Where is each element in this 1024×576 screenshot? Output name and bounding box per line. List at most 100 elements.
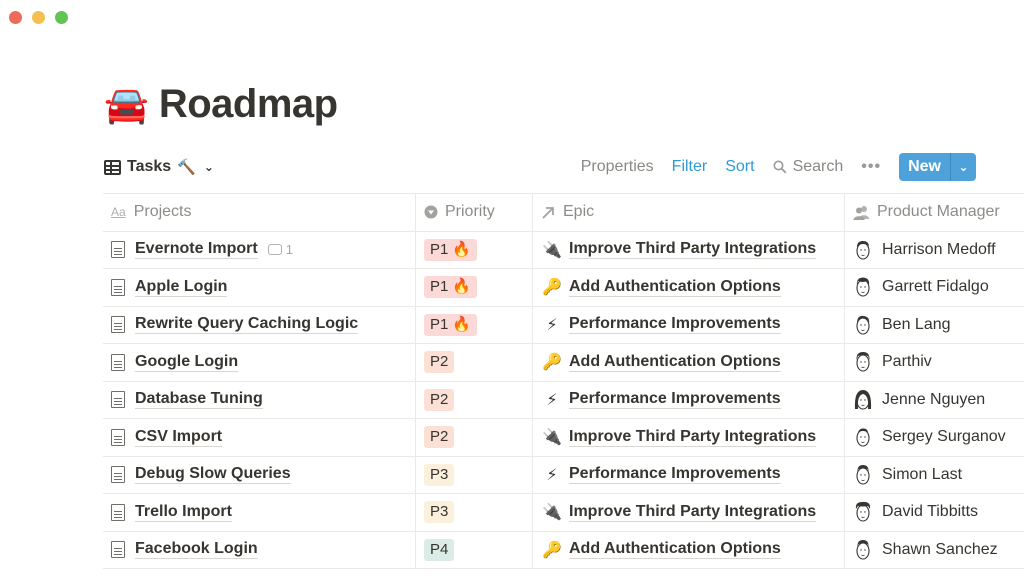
project-cell[interactable]: Debug Slow Queries	[103, 456, 416, 493]
priority-tag[interactable]: P1 🔥	[424, 276, 478, 299]
priority-cell[interactable]: P4	[416, 531, 533, 568]
properties-button[interactable]: Properties	[581, 158, 654, 176]
priority-cell[interactable]: P2	[416, 344, 533, 381]
project-cell[interactable]: Trello Import	[103, 494, 416, 531]
product-manager-cell[interactable]: Sergey Surganov	[845, 419, 1024, 456]
table-row[interactable]: CSV Import P2 🔌 Improve Third Party Inte…	[103, 419, 1024, 457]
product-manager-name[interactable]: Parthiv	[882, 353, 932, 371]
maximize-window-button[interactable]	[55, 11, 68, 24]
priority-cell[interactable]: P2	[416, 419, 533, 456]
product-manager-cell[interactable]: Simon Last	[845, 457, 1024, 494]
project-cell[interactable]: Facebook Login	[103, 531, 416, 568]
column-header-epic[interactable]: Epic	[533, 194, 845, 231]
product-manager-cell[interactable]: Garrett Fidalgo	[845, 269, 1024, 306]
priority-tag[interactable]: P2	[424, 426, 455, 449]
priority-cell[interactable]: P3	[416, 494, 533, 531]
project-cell[interactable]: Apple Login	[103, 269, 416, 306]
project-cell[interactable]: Google Login	[103, 344, 416, 381]
epic-cell[interactable]: 🔌 Improve Third Party Integrations	[533, 494, 845, 531]
priority-cell[interactable]: P3	[416, 456, 533, 493]
new-dropdown-button[interactable]: ⌄	[950, 153, 976, 181]
project-link[interactable]: Evernote Import	[135, 240, 258, 260]
column-header-product-manager[interactable]: Product Manager	[845, 194, 1024, 231]
product-manager-name[interactable]: Shawn Sanchez	[882, 541, 998, 559]
product-manager-name[interactable]: Sergey Surganov	[882, 428, 1006, 446]
epic-link[interactable]: Add Authentication Options	[569, 540, 781, 560]
priority-tag[interactable]: P3	[424, 501, 455, 524]
project-cell[interactable]: Database Tuning	[103, 381, 416, 418]
epic-link[interactable]: Add Authentication Options	[569, 353, 781, 372]
product-manager-cell[interactable]: Shawn Sanchez	[845, 532, 1024, 569]
product-manager-name[interactable]: Simon Last	[882, 466, 962, 484]
page-title[interactable]: Roadmap	[159, 82, 338, 127]
minimize-window-button[interactable]	[32, 11, 45, 24]
view-selector[interactable]: Tasks 🔨 ⌄	[104, 158, 214, 176]
epic-link[interactable]: Performance Improvements	[569, 315, 781, 335]
epic-link[interactable]: Performance Improvements	[569, 390, 781, 410]
epic-cell[interactable]: 🔌 Improve Third Party Integrations	[533, 231, 845, 268]
priority-tag[interactable]: P1 🔥	[424, 313, 478, 336]
project-link[interactable]: Database Tuning	[135, 390, 263, 410]
search-button[interactable]: Search	[773, 158, 843, 176]
column-header-priority[interactable]: Priority	[416, 194, 533, 231]
table-row[interactable]: Database Tuning P2 ⚡ Performance Improve…	[103, 381, 1024, 419]
product-manager-cell[interactable]: Parthiv	[845, 344, 1024, 381]
more-options-button[interactable]: •••	[861, 158, 881, 176]
epic-link[interactable]: Add Authentication Options	[569, 278, 781, 297]
epic-link[interactable]: Performance Improvements	[569, 465, 781, 485]
car-icon[interactable]: 🚘	[104, 86, 149, 123]
new-button[interactable]: New	[899, 153, 950, 181]
project-link[interactable]: Debug Slow Queries	[135, 465, 291, 485]
priority-tag[interactable]: P2	[424, 388, 455, 411]
table-row[interactable]: Apple Login P1 🔥 🔑 Add Authentication Opt…	[103, 269, 1024, 307]
project-link[interactable]: Google Login	[135, 353, 239, 372]
priority-tag[interactable]: P4	[424, 538, 455, 561]
project-cell[interactable]: Rewrite Query Caching Logic	[103, 306, 416, 343]
product-manager-cell[interactable]: David Tibbitts	[845, 494, 1024, 531]
table-row[interactable]: Evernote Import 1 P1 🔥 🔌 Improve Third Pa…	[103, 231, 1024, 269]
priority-cell[interactable]: P1 🔥	[416, 306, 533, 343]
priority-tag[interactable]: P1 🔥	[424, 238, 478, 261]
epic-cell[interactable]: 🔑 Add Authentication Options	[533, 531, 845, 568]
priority-cell[interactable]: P1 🔥	[416, 269, 533, 306]
epic-cell[interactable]: ⚡ Performance Improvements	[533, 306, 845, 343]
column-header-projects[interactable]: Aa Projects	[103, 194, 416, 231]
project-cell[interactable]: CSV Import	[103, 419, 416, 456]
project-cell[interactable]: Evernote Import 1	[103, 231, 416, 268]
table-row[interactable]: Google Login P2 🔑 Add Authentication Opt…	[103, 344, 1024, 382]
epic-link[interactable]: Improve Third Party Integrations	[569, 503, 817, 522]
filter-button[interactable]: Filter	[672, 158, 708, 176]
priority-cell[interactable]: P1 🔥	[416, 231, 533, 268]
project-link[interactable]: Trello Import	[135, 503, 232, 522]
epic-cell[interactable]: 🔑 Add Authentication Options	[533, 269, 845, 306]
product-manager-name[interactable]: Jenne Nguyen	[882, 391, 985, 409]
epic-link[interactable]: Improve Third Party Integrations	[569, 240, 817, 260]
priority-tag[interactable]: P3	[424, 463, 455, 486]
close-window-button[interactable]	[9, 11, 22, 24]
project-link[interactable]: Apple Login	[135, 278, 228, 297]
product-manager-name[interactable]: Harrison Medoff	[882, 241, 996, 259]
product-manager-cell[interactable]: Ben Lang	[845, 307, 1024, 344]
project-link[interactable]: Rewrite Query Caching Logic	[135, 315, 359, 335]
product-manager-cell[interactable]: Jenne Nguyen	[845, 382, 1024, 419]
project-link[interactable]: Facebook Login	[135, 540, 258, 560]
priority-tag[interactable]: P2	[424, 351, 455, 374]
epic-cell[interactable]: 🔑 Add Authentication Options	[533, 344, 845, 381]
epic-cell[interactable]: ⚡ Performance Improvements	[533, 456, 845, 493]
sort-button[interactable]: Sort	[725, 158, 754, 176]
fire-icon: 🔥	[452, 278, 472, 296]
priority-cell[interactable]: P2	[416, 381, 533, 418]
product-manager-cell[interactable]: Harrison Medoff	[845, 232, 1024, 269]
product-manager-name[interactable]: David Tibbitts	[882, 503, 978, 521]
table-row[interactable]: Debug Slow Queries P3 ⚡ Performance Impr…	[103, 456, 1024, 494]
project-link[interactable]: CSV Import	[135, 428, 223, 447]
product-manager-name[interactable]: Ben Lang	[882, 316, 951, 334]
epic-link[interactable]: Improve Third Party Integrations	[569, 428, 817, 447]
table-row[interactable]: Facebook Login P4 🔑 Add Authentication O…	[103, 531, 1024, 569]
epic-cell[interactable]: ⚡ Performance Improvements	[533, 381, 845, 418]
epic-cell[interactable]: 🔌 Improve Third Party Integrations	[533, 419, 845, 456]
table-row[interactable]: Trello Import P3 🔌 Improve Third Party I…	[103, 494, 1024, 532]
product-manager-name[interactable]: Garrett Fidalgo	[882, 278, 989, 296]
comment-indicator[interactable]: 1	[267, 242, 293, 257]
table-row[interactable]: Rewrite Query Caching Logic P1 🔥 ⚡ Perfor…	[103, 306, 1024, 344]
